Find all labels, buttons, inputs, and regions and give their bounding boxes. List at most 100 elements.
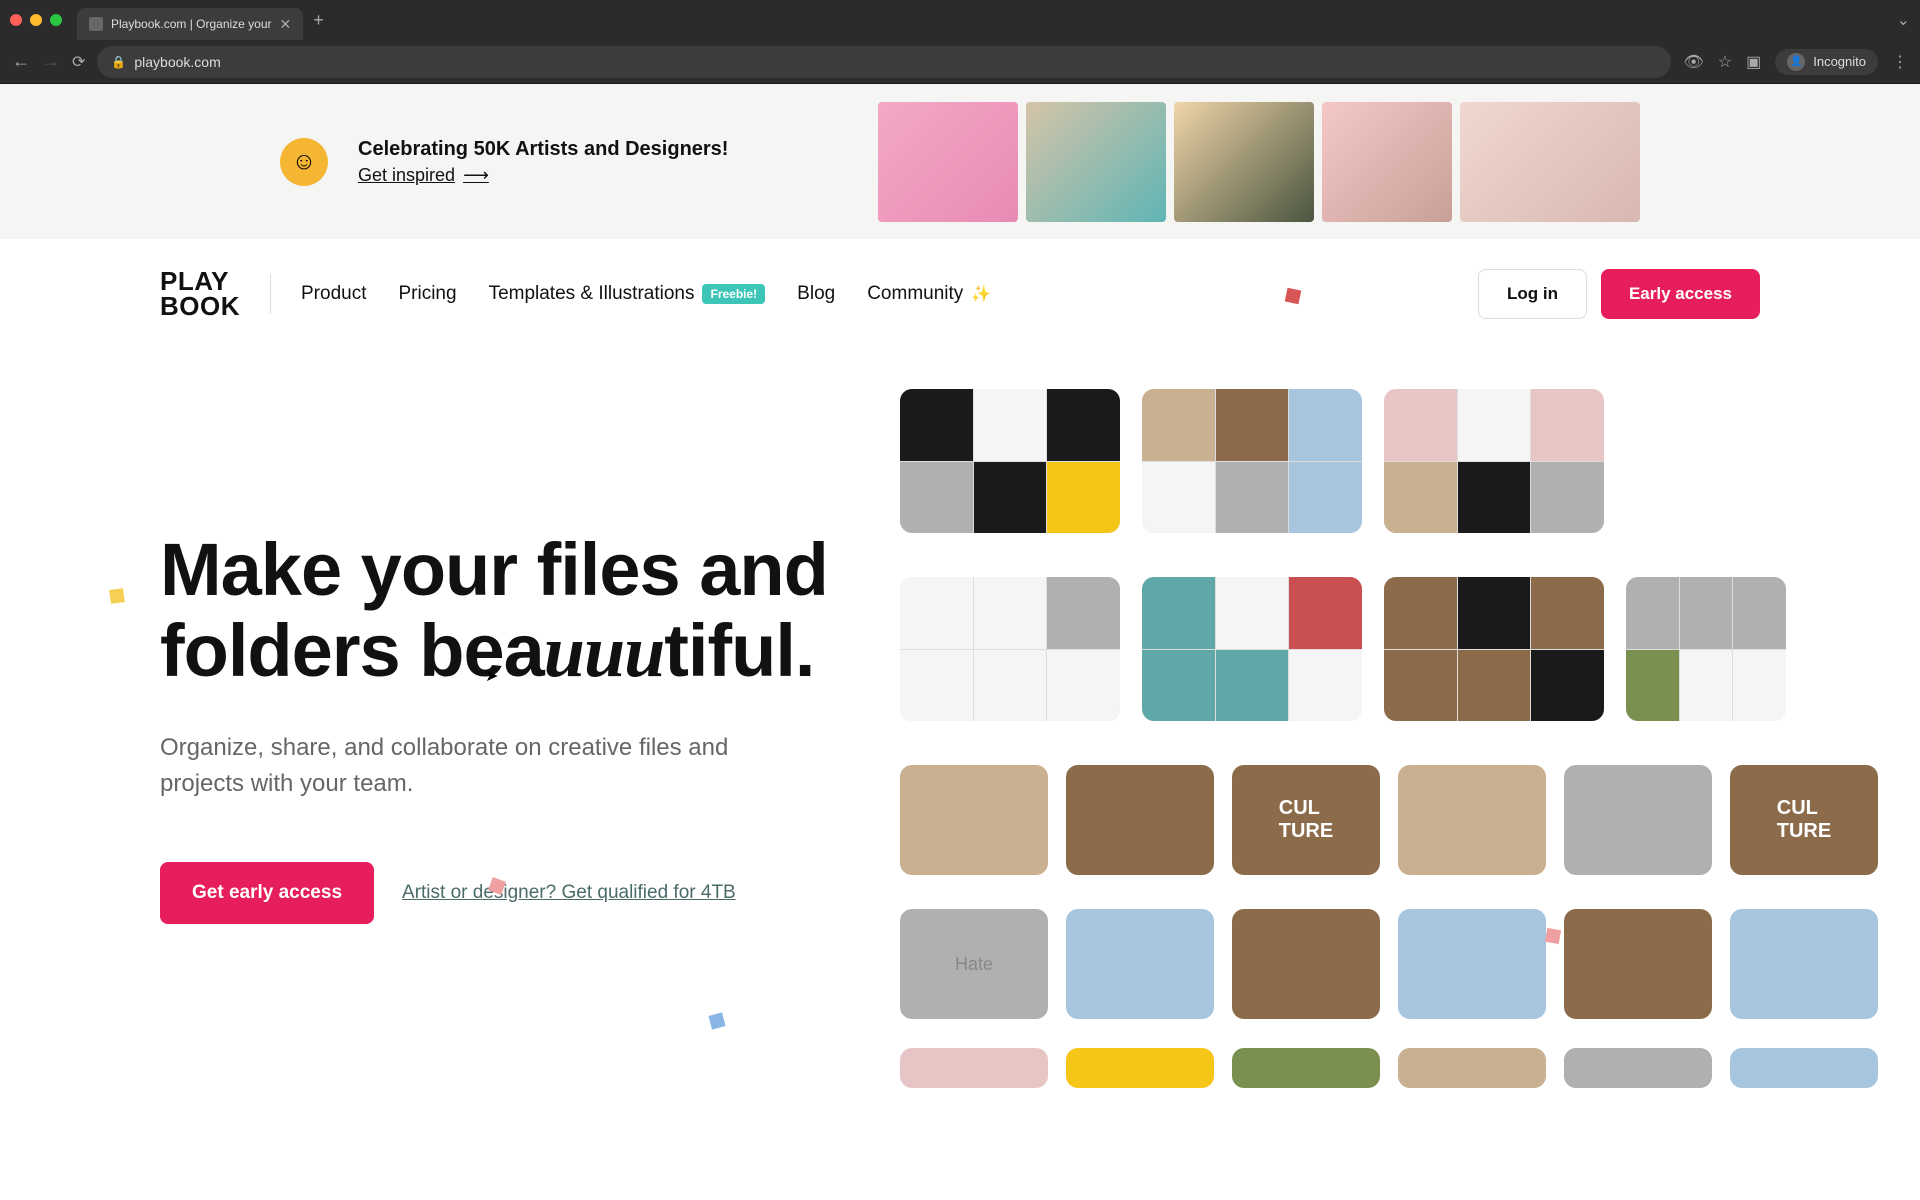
menu-icon[interactable]: ⋮ [1892, 52, 1908, 72]
banner-text: Celebrating 50K Artists and Designers! G… [358, 138, 728, 186]
tab-title: Playbook.com | Organize your [111, 17, 272, 31]
get-early-access-button[interactable]: Get early access [160, 862, 374, 924]
hero-title-line2c: tiful. [664, 609, 814, 692]
banner-link[interactable]: Get inspired ⟶ [358, 165, 728, 186]
url-text: playbook.com [134, 54, 220, 70]
nav-product[interactable]: Product [301, 283, 366, 305]
banner-gallery [878, 102, 1640, 222]
nav-pricing[interactable]: Pricing [398, 283, 456, 305]
divider [270, 274, 271, 314]
browser-tab[interactable]: Playbook.com | Organize your ✕ [77, 8, 303, 40]
forward-button[interactable]: → [42, 51, 60, 72]
url-input[interactable]: 🔒 playbook.com [97, 46, 1671, 78]
incognito-badge[interactable]: 👤 Incognito [1775, 49, 1878, 75]
gallery-card[interactable] [1730, 909, 1878, 1019]
nav-blog[interactable]: Blog [797, 283, 835, 305]
hero-title: Make your files and folders beauuutiful. [160, 529, 900, 694]
artist-link[interactable]: Artist or designer? Get qualified for 4T… [402, 882, 736, 904]
window-maximize-button[interactable] [50, 14, 62, 26]
logo[interactable]: PLAY BOOK [160, 269, 240, 318]
gallery-row: CULTURE CULTURE [900, 765, 1920, 875]
gallery-card[interactable] [1232, 1048, 1380, 1088]
hero-title-line1: Make your files and [160, 528, 828, 611]
reload-button[interactable]: ⟳ [72, 52, 85, 72]
hero-title-italic: uuu [544, 611, 664, 693]
early-access-button[interactable]: Early access [1601, 269, 1760, 319]
logo-line2: BOOK [160, 294, 240, 319]
nav-community[interactable]: Community ✨ [867, 283, 991, 305]
page-content: ☺ Celebrating 50K Artists and Designers!… [0, 84, 1920, 1200]
nav-actions: Log in Early access [1478, 269, 1760, 319]
arrow-right-icon: ⟶ [463, 165, 489, 186]
nav-links: Product Pricing Templates & Illustration… [301, 283, 991, 305]
gallery-card[interactable] [1142, 389, 1362, 533]
banner-headline: Celebrating 50K Artists and Designers! [358, 138, 728, 161]
gallery-card[interactable] [900, 1048, 1048, 1088]
eye-off-icon[interactable]: 👁 [1683, 52, 1703, 72]
banner-thumb[interactable] [1322, 102, 1452, 222]
gallery-card[interactable] [900, 577, 1120, 721]
gallery-card[interactable] [1384, 577, 1604, 721]
gallery-card[interactable] [1730, 1048, 1878, 1088]
gallery-card[interactable] [1398, 1048, 1546, 1088]
gallery-row [900, 389, 1920, 533]
confetti-decoration [1285, 288, 1302, 305]
gallery-row [900, 577, 1920, 721]
announcement-banner: ☺ Celebrating 50K Artists and Designers!… [0, 84, 1920, 239]
gallery-card[interactable] [1398, 765, 1546, 875]
main-nav: PLAY BOOK Product Pricing Templates & Il… [0, 239, 1920, 349]
window-close-button[interactable] [10, 14, 22, 26]
gallery-card[interactable] [1142, 577, 1362, 721]
browser-tab-bar: Playbook.com | Organize your ✕ + ⌄ [0, 0, 1920, 40]
gallery-card[interactable]: Hate [900, 909, 1048, 1019]
gallery-card[interactable] [1626, 577, 1786, 721]
gallery-card[interactable] [1066, 909, 1214, 1019]
gallery-card[interactable] [900, 765, 1048, 875]
banner-thumb[interactable] [1174, 102, 1314, 222]
back-button[interactable]: ← [12, 51, 30, 72]
window-controls [10, 14, 62, 26]
nav-templates-label: Templates & Illustrations [489, 283, 695, 305]
gallery-card[interactable] [1398, 909, 1546, 1019]
hero-copy: Make your files and folders beauuutiful.… [160, 389, 900, 1088]
banner-link-text: Get inspired [358, 165, 455, 186]
new-tab-button[interactable]: + [313, 10, 324, 31]
gallery-card[interactable]: CULTURE [1232, 765, 1380, 875]
gallery-card[interactable] [1564, 765, 1712, 875]
browser-address-bar: ← → ⟳ 🔒 playbook.com 👁 ☆ ▣ 👤 Incognito ⋮ [0, 40, 1920, 84]
hero-section: Make your files and folders beauuutiful.… [0, 349, 1920, 1088]
confetti-decoration [109, 588, 125, 604]
hero-cta-row: Get early access Artist or designer? Get… [160, 862, 900, 924]
bookmark-icon[interactable]: ☆ [1718, 52, 1732, 72]
expand-tabs-icon[interactable]: ⌄ [1897, 10, 1910, 30]
mouse-cursor: ➤ [485, 666, 498, 686]
banner-thumb[interactable] [878, 102, 1018, 222]
hero-gallery: CULTURE CULTURE Hate [900, 389, 1920, 1088]
gallery-card[interactable]: CULTURE [1730, 765, 1878, 875]
confetti-decoration [1545, 928, 1561, 944]
window-minimize-button[interactable] [30, 14, 42, 26]
gallery-card[interactable] [1066, 765, 1214, 875]
gallery-row [900, 1048, 1920, 1088]
toolbar-right: 👁 ☆ ▣ 👤 Incognito ⋮ [1683, 49, 1908, 75]
nav-templates[interactable]: Templates & Illustrations Freebie! [489, 283, 766, 305]
gallery-card[interactable] [1066, 1048, 1214, 1088]
close-tab-icon[interactable]: ✕ [280, 16, 292, 33]
gallery-card[interactable] [1384, 389, 1604, 533]
incognito-icon: 👤 [1787, 53, 1805, 71]
gallery-card[interactable] [1564, 1048, 1712, 1088]
gallery-card[interactable] [1232, 909, 1380, 1019]
sparkle-icon: ✨ [971, 284, 991, 304]
banner-thumb[interactable] [1026, 102, 1166, 222]
gallery-card[interactable] [1564, 909, 1712, 1019]
banner-thumb[interactable] [1460, 102, 1640, 222]
hero-subtitle: Organize, share, and collaborate on crea… [160, 730, 800, 802]
smiley-icon: ☺ [280, 138, 328, 186]
lock-icon: 🔒 [111, 55, 126, 69]
panel-icon[interactable]: ▣ [1746, 52, 1761, 72]
login-button[interactable]: Log in [1478, 269, 1587, 319]
incognito-label: Incognito [1813, 54, 1866, 69]
freebie-badge: Freebie! [702, 284, 765, 304]
gallery-card[interactable] [900, 389, 1120, 533]
nav-community-label: Community [867, 283, 963, 305]
